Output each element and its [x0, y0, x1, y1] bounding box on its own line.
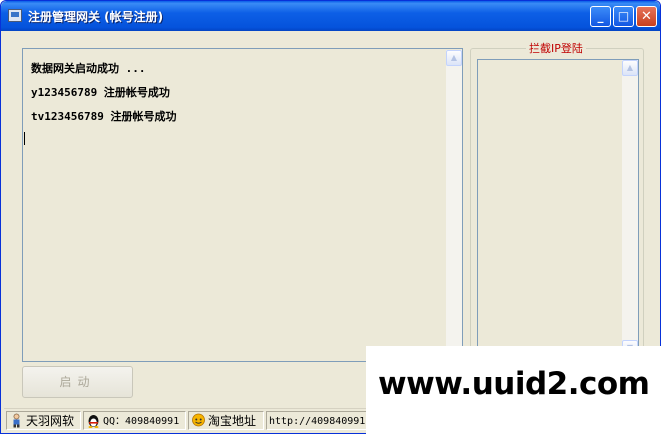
group-label: 拦截IP登陆 — [526, 40, 586, 56]
block-ip-group: 拦截IP登陆 ▲ ▼ — [470, 40, 644, 362]
text-caret — [24, 132, 25, 145]
status-item-url[interactable]: http://409840991. — [266, 411, 376, 430]
window-title: 注册管理网关 (帐号注册) — [28, 10, 164, 24]
log-line: tv123456789 注册帐号成功 — [31, 110, 177, 123]
status-link[interactable]: http://409840991. — [269, 414, 371, 429]
start-button[interactable]: 启动 — [22, 366, 133, 398]
maximize-icon: □ — [617, 9, 630, 23]
log-lines: 数据网关启动成功 ... y123456789 注册帐号成功 tv1234567… — [31, 61, 176, 133]
status-item-taobao[interactable]: 淘宝地址 — [188, 411, 264, 430]
block-ip-scrollbar[interactable]: ▲ ▼ — [622, 60, 638, 356]
watermark-text: www.uuid2.com — [378, 366, 650, 402]
title-bar[interactable]: 注册管理网关 (帐号注册) _ □ ✕ — [1, 1, 660, 31]
status-item-qq[interactable]: QQ：409840991 — [83, 411, 186, 430]
chevron-up-icon: ▲ — [450, 53, 458, 62]
scroll-track[interactable] — [446, 66, 462, 362]
log-output[interactable]: 数据网关启动成功 ... y123456789 注册帐号成功 tv1234567… — [22, 48, 463, 362]
qq-penguin-icon — [88, 415, 99, 428]
scroll-up-button[interactable]: ▲ — [622, 60, 638, 76]
log-line: 数据网关启动成功 ... — [31, 62, 146, 75]
maximize-button[interactable]: □ — [613, 6, 634, 27]
close-icon: ✕ — [641, 9, 652, 24]
status-item-author[interactable]: 天羽网软 — [6, 411, 81, 430]
chevron-up-icon: ▲ — [626, 63, 634, 72]
status-text: 天羽网软 — [26, 414, 75, 428]
person-icon — [13, 413, 20, 428]
scroll-up-button[interactable]: ▲ — [446, 50, 462, 66]
status-text: QQ：409840991 — [103, 416, 180, 427]
log-scrollbar[interactable]: ▲ — [446, 50, 462, 362]
scroll-track[interactable] — [622, 76, 638, 340]
chat-bubble-icon — [192, 413, 205, 427]
app-window-icon[interactable] — [8, 9, 22, 22]
log-line: y123456789 注册帐号成功 — [31, 86, 170, 99]
block-ip-list[interactable]: ▲ ▼ — [477, 59, 639, 357]
close-button[interactable]: ✕ — [636, 6, 657, 27]
minimize-icon: _ — [597, 9, 604, 23]
watermark-overlay: www.uuid2.com — [366, 346, 661, 434]
status-text: 淘宝地址 — [208, 414, 257, 428]
minimize-button[interactable]: _ — [590, 6, 611, 27]
